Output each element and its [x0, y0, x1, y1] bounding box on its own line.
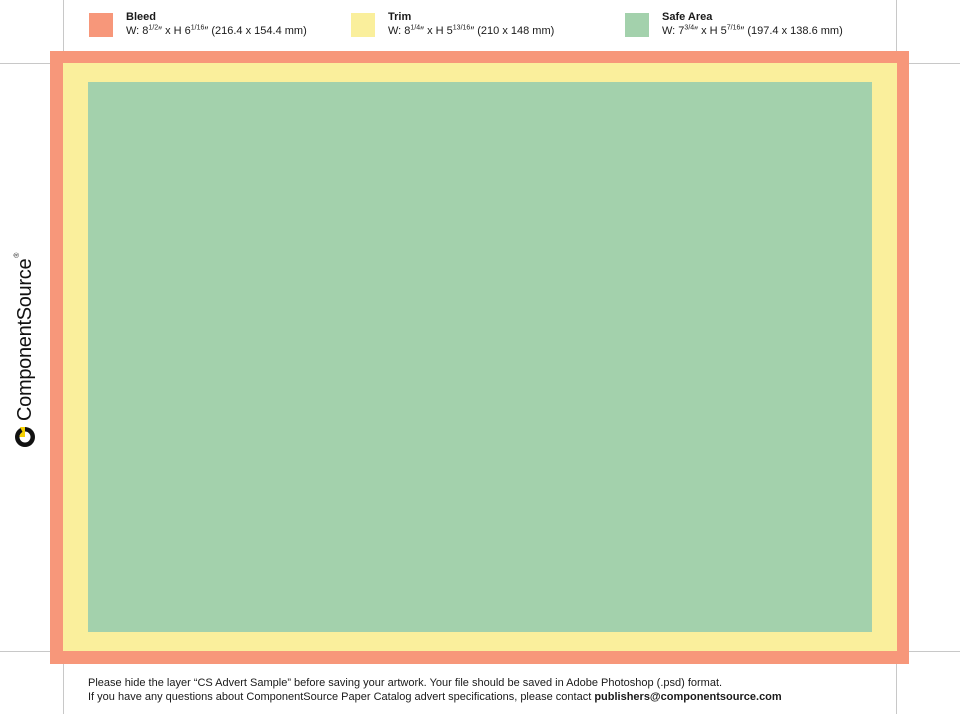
crop-guide-right: [896, 0, 897, 51]
footer-line-1: Please hide the layer “CS Advert Sample”…: [88, 677, 723, 689]
trim-swatch: [351, 13, 375, 37]
crop-guide-left: [63, 0, 64, 51]
contact-email: publishers@componentsource.com: [594, 691, 782, 703]
safe-area: [88, 82, 872, 632]
legend-title: Bleed: [126, 11, 156, 23]
componentsource-logo-mark-icon: [15, 427, 35, 447]
bleed-swatch: [89, 13, 113, 37]
legend-title: Safe Area: [662, 11, 713, 23]
footer-note: Please hide the layer “CS Advert Sample”…: [88, 676, 782, 704]
componentsource-logo: ComponentSource®: [8, 248, 42, 448]
crop-guide-top-left: [0, 63, 50, 64]
crop-guide-bottom-right: [909, 651, 960, 652]
crop-guide-right-bottom: [896, 664, 897, 714]
legend-dimensions: W: 73/4″ x H 57/16″ (197.4 x 138.6 mm): [662, 24, 843, 37]
legend-dimensions: W: 81/2″ x H 61/16″ (216.4 x 154.4 mm): [126, 24, 307, 37]
crop-guide-top-right: [909, 63, 960, 64]
crop-guide-left-bottom: [63, 664, 64, 714]
logo-wordmark: ComponentSource®: [13, 252, 36, 421]
legend-dimensions: W: 81/4″ x H 513/16″ (210 x 148 mm): [388, 24, 555, 37]
safe-area-swatch: [625, 13, 649, 37]
legend-title: Trim: [388, 11, 412, 23]
crop-guide-bottom-left: [0, 651, 50, 652]
footer-line-2: If you have any questions about Componen…: [88, 691, 782, 703]
